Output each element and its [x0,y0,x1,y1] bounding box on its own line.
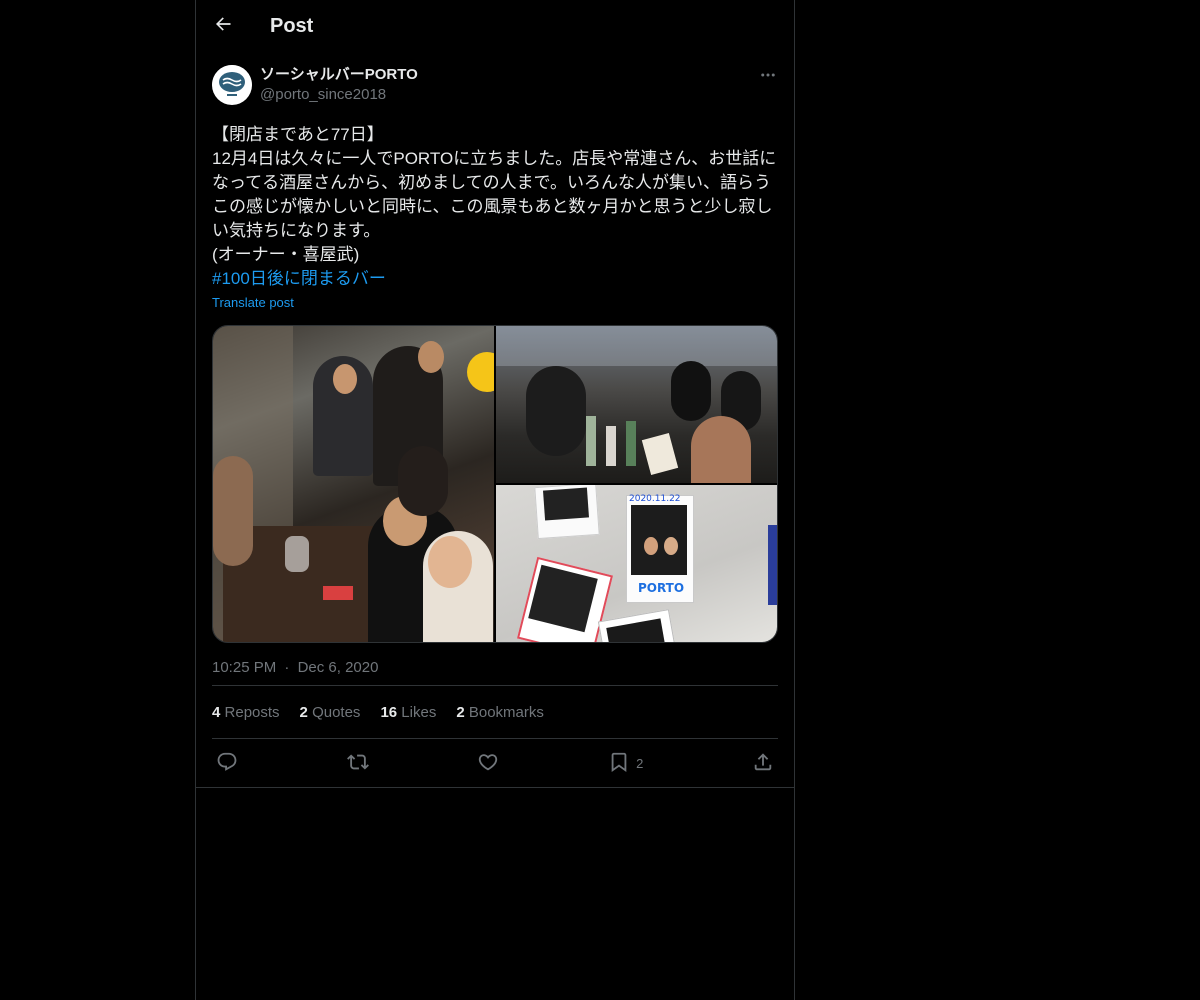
action-bar: 2 [212,739,778,787]
likes-stat[interactable]: 16 Likes [380,704,436,721]
display-name[interactable]: ソーシャルバーPORTO [260,65,752,85]
post: ソーシャルバーPORTO @porto_since2018 【閉店まであと77日… [196,65,794,788]
post-text: 【閉店まであと77日】 12月4日は久々に一人でPORTOに立ちました。店長や常… [212,125,777,264]
more-horizontal-icon [759,66,777,89]
back-button[interactable] [206,10,240,44]
group-photo-at-bar[interactable] [213,326,494,642]
translate-post-link[interactable]: Translate post [212,291,778,315]
avatar[interactable] [212,65,252,105]
reply-icon [216,751,238,776]
share-button[interactable] [752,751,774,776]
author-row: ソーシャルバーPORTO @porto_since2018 [212,65,778,107]
media-grid: 2020.11.22 PORTO [212,325,778,643]
reply-button[interactable] [216,751,238,776]
heart-icon [477,751,499,776]
page-title: Post [270,15,314,37]
bookmark-button[interactable]: 2 [608,751,643,776]
instant-photos-on-wall[interactable]: 2020.11.22 PORTO [496,485,777,642]
arrow-left-icon [213,14,233,39]
bar-counter-photo[interactable] [496,326,777,483]
bookmark-icon [608,751,630,776]
timestamp-separator: · [284,659,290,676]
post-timestamp: 10:25 PM · Dec 6, 2020 [212,659,778,681]
top-bar: Post [196,0,794,53]
hashtag-link[interactable]: #100日後に閉まるバー [212,267,778,291]
reposts-stat[interactable]: 4 Reposts [212,704,280,721]
post-column: Post ソーシャルバーPORTO @porto_since2018 【閉店まで… [195,0,795,1000]
repost-icon [346,751,369,776]
author-names: ソーシャルバーPORTO @porto_since2018 [260,65,752,105]
repost-button[interactable] [346,751,369,776]
bookmark-count: 2 [636,755,644,771]
porto-logo-icon [212,65,252,105]
quotes-stat[interactable]: 2 Quotes [300,704,361,721]
engagement-stats: 4 Reposts 2 Quotes 16 Likes 2 Bookmarks [212,686,778,738]
share-icon [752,751,774,776]
more-button[interactable] [752,65,784,89]
handle[interactable]: @porto_since2018 [260,85,752,105]
post-date[interactable]: Dec 6, 2020 [298,659,379,676]
instax-label: PORTO [637,581,685,595]
bookmarks-stat[interactable]: 2 Bookmarks [456,704,544,721]
divider [196,787,794,788]
instax-date: 2020.11.22 [629,494,681,504]
post-time[interactable]: 10:25 PM [212,659,276,676]
like-button[interactable] [477,751,499,776]
